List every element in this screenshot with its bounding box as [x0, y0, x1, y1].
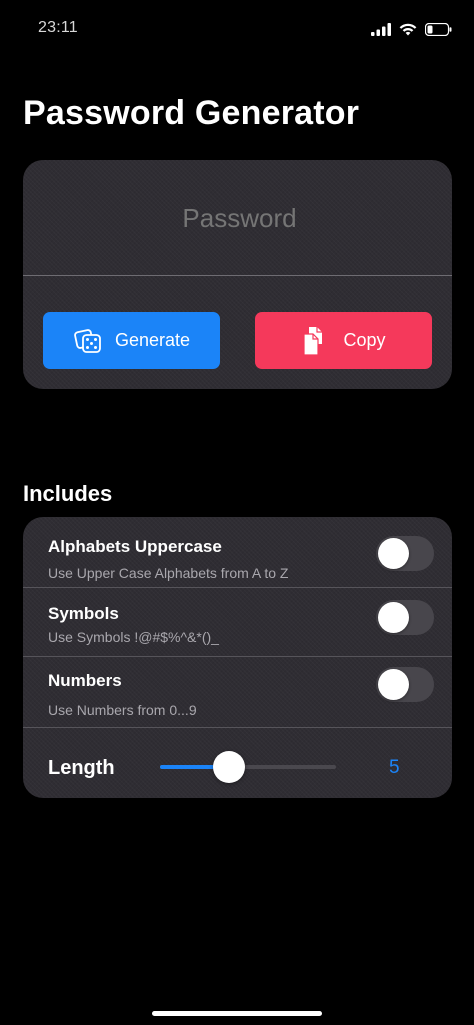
dice-icon — [73, 326, 103, 356]
option-description: Use Symbols !@#$%^&*()_ — [48, 629, 219, 645]
password-field[interactable] — [23, 160, 456, 277]
copy-button[interactable]: Copy — [255, 312, 432, 369]
option-description: Use Upper Case Alphabets from A to Z — [48, 565, 289, 581]
option-description: Use Numbers from 0...9 — [48, 702, 197, 718]
wifi-icon — [399, 23, 417, 36]
length-label: Length — [48, 757, 115, 779]
status-icons — [371, 19, 452, 39]
status-time: 23:11 — [38, 19, 78, 36]
cellular-signal-icon — [371, 22, 391, 36]
includes-heading: Includes — [23, 481, 113, 506]
length-value: 5 — [389, 757, 400, 778]
slider-thumb[interactable] — [212, 751, 245, 783]
option-row-uppercase: Alphabets Uppercase Use Upper Case Alpha… — [23, 517, 452, 587]
copy-documents-icon — [301, 326, 331, 356]
password-card: Generate Copy — [23, 160, 456, 389]
option-title: Alphabets Uppercase — [48, 537, 222, 556]
copy-label: Copy — [343, 330, 386, 350]
home-indicator — [152, 1011, 322, 1016]
option-title: Symbols — [48, 604, 119, 623]
options-card: Alphabets Uppercase Use Upper Case Alpha… — [23, 517, 452, 798]
option-title: Numbers — [48, 671, 122, 690]
symbols-toggle[interactable] — [376, 600, 434, 635]
generate-label: Generate — [114, 330, 191, 350]
toggle-knob — [378, 669, 409, 700]
uppercase-toggle[interactable] — [376, 536, 434, 571]
numbers-toggle[interactable] — [376, 667, 434, 702]
option-row-symbols: Symbols Use Symbols !@#$%^&*()_ — [23, 588, 452, 656]
option-row-numbers: Numbers Use Numbers from 0...9 — [23, 657, 452, 727]
row-divider — [23, 727, 452, 728]
toggle-knob — [378, 538, 409, 569]
status-bar: 23:11 — [0, 0, 474, 56]
page-title: Password Generator — [23, 94, 360, 132]
password-divider — [23, 275, 452, 276]
toggle-knob — [378, 602, 409, 633]
generate-button[interactable]: Generate — [43, 312, 220, 369]
length-slider[interactable] — [160, 749, 336, 785]
battery-icon — [425, 22, 452, 36]
